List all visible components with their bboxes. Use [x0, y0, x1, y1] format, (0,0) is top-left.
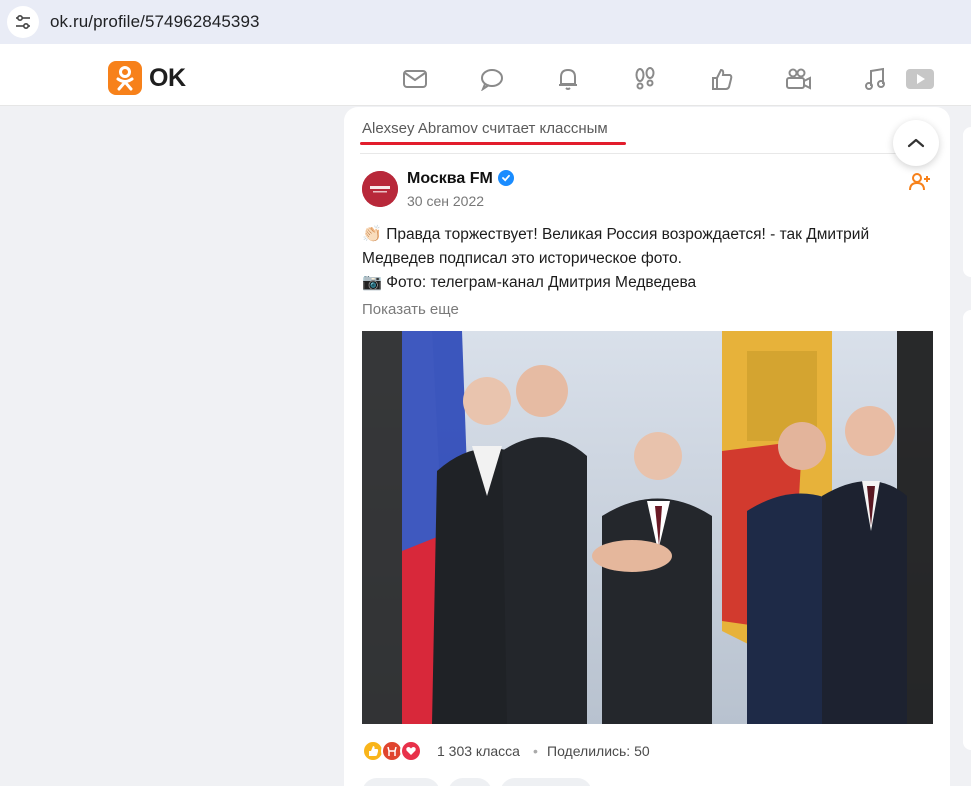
side-widget-edge [963, 310, 971, 750]
music-icon[interactable] [861, 65, 889, 93]
reactions[interactable] [362, 739, 422, 763]
share-button[interactable] [448, 778, 492, 786]
likes-count[interactable]: 1 303 класса [437, 743, 520, 759]
separator-dot: • [533, 743, 538, 759]
comment-button[interactable] [362, 778, 440, 786]
video-player-icon[interactable] [905, 65, 935, 93]
likes-icon[interactable] [708, 65, 736, 93]
highlight-underline [360, 142, 626, 145]
site-header: OK [0, 52, 971, 106]
url-text: ok.ru/profile/574962845393 [50, 12, 260, 31]
class-button[interactable] [500, 778, 592, 786]
verified-badge-icon [498, 170, 514, 186]
site-info-icon[interactable] [7, 6, 39, 38]
feed-post-card: Alexsey Abramov считает классным Москва … [344, 107, 950, 786]
guests-icon[interactable] [631, 65, 659, 93]
shares-count[interactable]: Поделились: 50 [547, 743, 650, 759]
notifications-icon[interactable] [554, 65, 582, 93]
url-field[interactable]: ok.ru/profile/574962845393 [0, 0, 971, 44]
show-more-link[interactable]: Показать еще [362, 301, 459, 318]
heart-reaction-icon [400, 740, 422, 762]
chevron-up-icon [907, 138, 925, 148]
browser-address-bar: ok.ru/profile/574962845393 [0, 0, 971, 52]
post-text: 👏🏻 Правда торжествует! Великая Россия во… [362, 223, 922, 295]
author-avatar[interactable] [362, 171, 398, 207]
camera-icon: 📷 [362, 274, 382, 291]
liked-by-text[interactable]: Alexsey Abramov считает классным [362, 120, 608, 137]
add-friend-icon[interactable] [909, 171, 931, 193]
messages-icon[interactable] [401, 65, 429, 93]
video-icon[interactable] [784, 65, 812, 93]
logo-text[interactable]: OK [149, 64, 186, 93]
divider [360, 153, 934, 154]
side-widget-edge [963, 127, 971, 277]
post-text-line: Правда торжествует! Великая Россия возро… [362, 226, 870, 267]
author-name[interactable]: Москва FM [407, 170, 493, 188]
post-date[interactable]: 30 сен 2022 [407, 193, 484, 209]
ok-logo-icon[interactable] [108, 61, 142, 95]
discussions-icon[interactable] [478, 65, 506, 93]
post-text-line: Фото: телеграм-канал Дмитрия Медведева [386, 274, 697, 291]
clapping-hands-icon: 👏🏻 [362, 226, 382, 243]
post-photo[interactable] [362, 331, 933, 724]
scroll-up-button[interactable] [893, 120, 939, 166]
